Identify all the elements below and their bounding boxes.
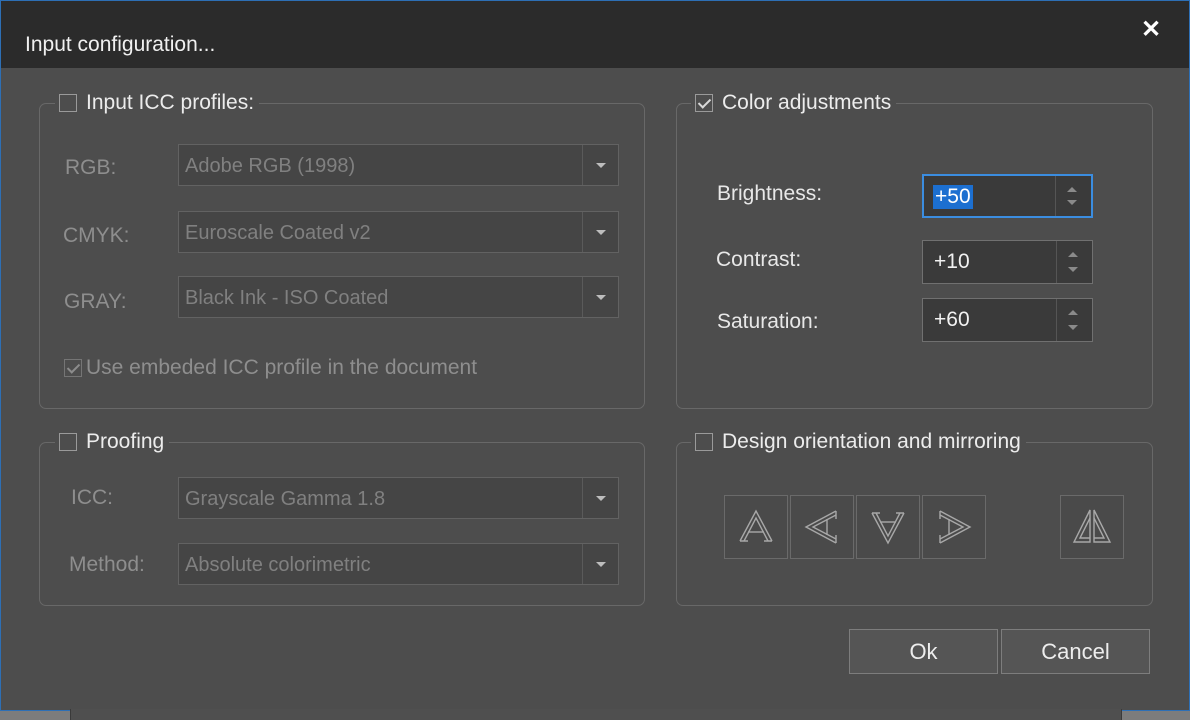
spin-up-icon[interactable] — [1068, 310, 1078, 315]
chevron-down-icon[interactable] — [582, 277, 618, 317]
contrast-stepper[interactable] — [1056, 241, 1092, 283]
use-embedded-profile-checkbox[interactable] — [64, 359, 82, 377]
design-orientation-checkbox[interactable] — [695, 433, 713, 451]
proofing-legend[interactable]: Proofing — [55, 429, 170, 455]
contrast-spinbox[interactable]: +10 — [922, 240, 1093, 284]
rotate-180-icon — [871, 512, 905, 545]
close-icon[interactable]: ✕ — [1141, 15, 1161, 44]
gray-profile-value: Black Ink - ISO Coated — [185, 287, 389, 309]
proofing-label: Proofing — [86, 430, 165, 453]
use-embedded-profile-option[interactable]: Use embeded ICC profile in the document — [64, 356, 477, 380]
cmyk-profile-value: Euroscale Coated v2 — [185, 222, 371, 244]
color-adjustments-checkbox[interactable] — [695, 94, 713, 112]
rotate-90-right-icon — [939, 510, 972, 544]
input-configuration-dialog: Input configuration... ✕ Input ICC profi… — [0, 0, 1190, 711]
proofing-method-value: Absolute colorimetric — [185, 554, 371, 576]
contrast-value[interactable]: +10 — [934, 250, 970, 274]
cancel-button[interactable]: Cancel — [1001, 629, 1150, 674]
saturation-stepper[interactable] — [1056, 299, 1092, 341]
brightness-value[interactable]: +50 — [933, 185, 973, 209]
color-adjustments-legend[interactable]: Color adjustments — [691, 90, 897, 116]
background-window-edge — [70, 709, 1122, 720]
gray-profile-select[interactable]: Black Ink - ISO Coated — [178, 276, 619, 318]
proofing-icc-select[interactable]: Grayscale Gamma 1.8 — [178, 477, 619, 519]
proofing-checkbox[interactable] — [59, 433, 77, 451]
rotate-180-button[interactable] — [856, 495, 920, 559]
title-bar[interactable]: Input configuration... ✕ — [1, 1, 1189, 68]
spin-up-icon[interactable] — [1067, 187, 1077, 192]
method-label: Method: — [69, 553, 145, 576]
chevron-down-icon[interactable] — [582, 478, 618, 518]
design-orientation-legend[interactable]: Design orientation and mirroring — [691, 429, 1026, 455]
color-adjustments-label: Color adjustments — [722, 91, 892, 114]
ok-button[interactable]: Ok — [849, 629, 998, 674]
rotate-90-right-button[interactable] — [922, 495, 986, 559]
design-orientation-group: Design orientation and mirroring — [676, 429, 1153, 606]
rotate-0-icon — [739, 509, 773, 542]
contrast-label: Contrast: — [716, 248, 802, 271]
proofing-icc-value: Grayscale Gamma 1.8 — [185, 488, 386, 510]
design-orientation-label: Design orientation and mirroring — [722, 430, 1021, 453]
brightness-label: Brightness: — [717, 182, 823, 205]
icc-label: ICC: — [71, 486, 113, 509]
brightness-spinbox[interactable]: +50 — [922, 174, 1093, 218]
spin-down-icon[interactable] — [1067, 200, 1077, 205]
rotate-90-left-button[interactable] — [790, 495, 854, 559]
rgb-label: RGB: — [65, 156, 117, 179]
chevron-down-icon[interactable] — [582, 212, 618, 252]
chevron-down-icon[interactable] — [582, 544, 618, 584]
input-icc-profiles-label: Input ICC profiles: — [86, 91, 255, 114]
mirror-button[interactable] — [1060, 495, 1124, 559]
cmyk-profile-select[interactable]: Euroscale Coated v2 — [178, 211, 619, 253]
spin-up-icon[interactable] — [1068, 252, 1078, 257]
input-icc-profiles-group: Input ICC profiles: RGB: Adobe RGB (1998… — [39, 90, 645, 409]
proofing-method-select[interactable]: Absolute colorimetric — [178, 543, 619, 585]
color-adjustments-group: Color adjustments Brightness: +50 Contra… — [676, 90, 1153, 409]
input-icc-profiles-checkbox[interactable] — [59, 94, 77, 112]
cmyk-label: CMYK: — [63, 224, 130, 247]
chevron-down-icon[interactable] — [582, 145, 618, 185]
rotate-0-button[interactable] — [724, 495, 788, 559]
saturation-spinbox[interactable]: +60 — [922, 298, 1093, 342]
gray-label: GRAY: — [64, 290, 127, 313]
proofing-group: Proofing ICC: Grayscale Gamma 1.8 Method… — [39, 429, 645, 606]
rotate-90-left-icon — [804, 510, 837, 544]
use-embedded-profile-label: Use embeded ICC profile in the document — [86, 356, 478, 379]
spin-down-icon[interactable] — [1068, 267, 1078, 272]
brightness-stepper[interactable] — [1055, 176, 1091, 216]
input-icc-profiles-legend[interactable]: Input ICC profiles: — [55, 90, 260, 116]
saturation-label: Saturation: — [717, 310, 819, 333]
rgb-profile-value: Adobe RGB (1998) — [185, 155, 356, 177]
spin-down-icon[interactable] — [1068, 325, 1078, 330]
saturation-value[interactable]: +60 — [934, 308, 970, 332]
mirror-icon — [1072, 509, 1112, 543]
rgb-profile-select[interactable]: Adobe RGB (1998) — [178, 144, 619, 186]
dialog-title: Input configuration... — [25, 33, 216, 56]
